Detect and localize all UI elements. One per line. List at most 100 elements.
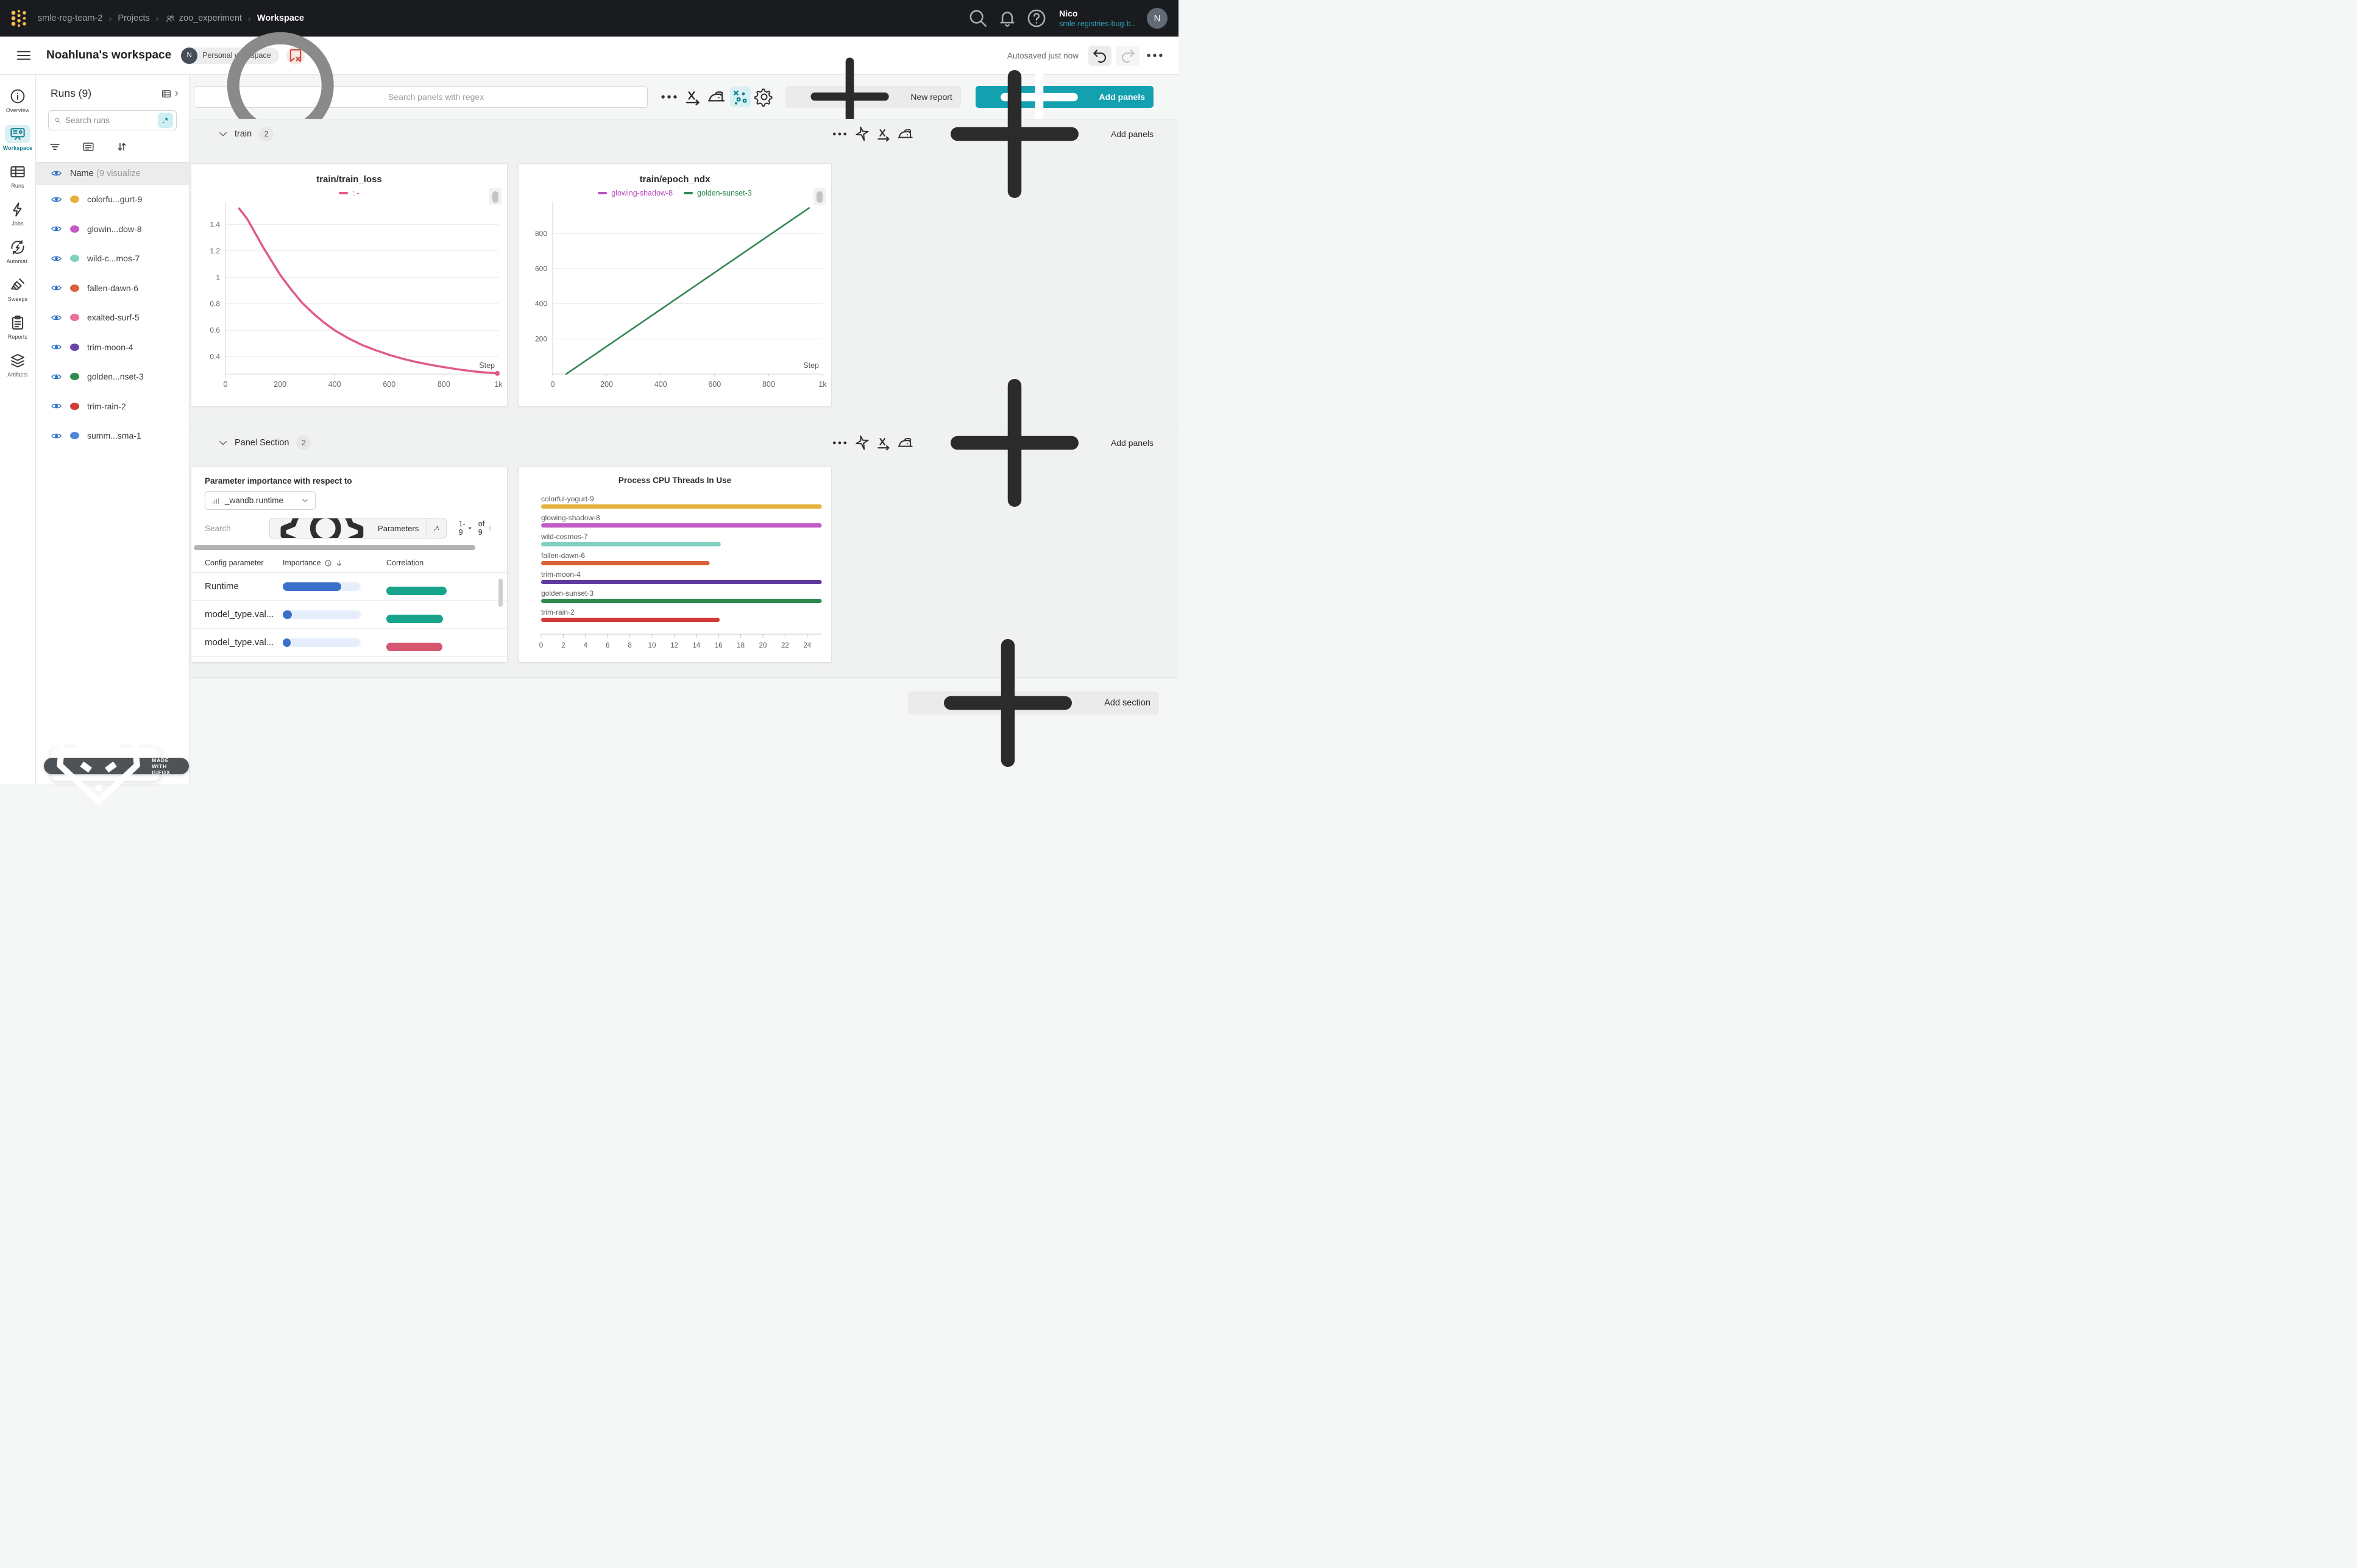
visibility-eye-icon[interactable] [51, 194, 62, 205]
train-loss-panel[interactable]: train/train_loss : - 0.40.60.811.21.4020… [191, 163, 508, 407]
section-title[interactable]: train [235, 129, 252, 139]
outliers-scatter-icon[interactable] [730, 87, 751, 107]
hamburger-menu-icon[interactable] [15, 46, 33, 65]
sidebar-item-sweeps[interactable]: Sweeps [1, 272, 35, 306]
metric-dropdown[interactable]: _wandb.runtime [205, 491, 316, 510]
run-row[interactable]: exalted-surf-5 [36, 303, 189, 333]
panel-drag-handle[interactable] [813, 188, 826, 205]
sparkle-icon[interactable] [852, 434, 871, 452]
run-name[interactable]: fallen-dawn-6 [87, 283, 138, 293]
run-row[interactable]: trim-rain-2 [36, 392, 189, 422]
run-row[interactable]: fallen-dawn-6 [36, 274, 189, 303]
legend-item[interactable]: : - [339, 189, 359, 197]
regex-toggle[interactable]: .* [158, 113, 173, 128]
visibility-eye-icon[interactable] [51, 312, 62, 323]
run-row[interactable]: trim-moon-4 [36, 333, 189, 362]
legend-item[interactable]: glowing-shadow-8 [598, 189, 673, 197]
user-team-link[interactable]: smle-registries-bug-b... [1059, 19, 1137, 29]
x-axis-settings-icon[interactable] [874, 434, 893, 452]
sidebar-item-overview[interactable]: Overview [1, 83, 35, 117]
parameters-button[interactable]: Parameters [270, 518, 428, 538]
visibility-eye-icon[interactable] [51, 168, 62, 179]
table-row[interactable]: model_type.val... [191, 629, 507, 657]
caret-down-icon[interactable] [468, 525, 472, 531]
run-name[interactable]: trim-rain-2 [87, 401, 126, 411]
breadcrumb-projects[interactable]: Projects [118, 13, 149, 23]
run-name[interactable]: trim-moon-4 [87, 342, 133, 352]
column-importance[interactable]: Importance [283, 559, 321, 567]
sort-icon[interactable] [115, 140, 129, 154]
magic-wand-button[interactable] [427, 518, 445, 538]
smoothing-iron-icon[interactable] [706, 87, 727, 107]
visibility-eye-icon[interactable] [51, 371, 62, 383]
cpu-threads-chart[interactable]: colorful-yogurt-9glowing-shadow-8wild-co… [519, 490, 832, 668]
run-row[interactable]: wild-c...mos-7 [36, 244, 189, 274]
notifications-bell-icon[interactable] [996, 7, 1019, 30]
panel-drag-handle[interactable] [489, 188, 502, 205]
chevron-down-icon[interactable] [218, 129, 229, 139]
add-section-button[interactable]: Add section [908, 691, 1159, 715]
x-axis-settings-icon[interactable] [874, 125, 893, 143]
vertical-scrollbar[interactable] [498, 579, 503, 607]
column-correlation[interactable]: Correlation [380, 559, 478, 567]
section-add-panels-button[interactable]: Add panels [923, 351, 1154, 534]
more-options-icon[interactable] [659, 87, 679, 107]
x-axis-settings-icon[interactable] [682, 87, 703, 107]
epoch-ndx-panel[interactable]: train/epoch_ndx glowing-shadow-8 golden-… [518, 163, 832, 407]
settings-gear-icon[interactable] [754, 87, 774, 107]
wandb-logo-icon[interactable] [9, 8, 29, 29]
run-name[interactable]: exalted-surf-5 [87, 313, 140, 322]
section-add-panels-button[interactable]: Add panels [923, 43, 1154, 225]
visibility-eye-icon[interactable] [51, 400, 62, 412]
sidebar-item-jobs[interactable]: Jobs [1, 197, 35, 230]
breadcrumb-team[interactable]: smle-reg-team-2 [38, 13, 102, 23]
column-config-parameter[interactable]: Config parameter [191, 559, 283, 567]
search-icon[interactable] [966, 7, 990, 30]
more-options-icon[interactable] [831, 434, 849, 452]
run-name[interactable]: golden...nset-3 [87, 372, 144, 381]
run-name[interactable]: colorfu...gurt-9 [87, 194, 142, 204]
filter-icon[interactable] [48, 140, 62, 154]
horizontal-scrollbar[interactable] [194, 545, 494, 550]
run-row[interactable]: colorfu...gurt-9 [36, 185, 189, 214]
importance-search-input[interactable]: Search [205, 524, 252, 533]
run-row[interactable]: glowin...dow-8 [36, 214, 189, 244]
sidebar-item-artifacts[interactable]: Artifacts [1, 348, 35, 381]
sidebar-item-runs[interactable]: Runs [1, 159, 35, 192]
visibility-eye-icon[interactable] [51, 223, 62, 235]
group-list-icon[interactable] [82, 140, 95, 154]
sparkle-icon[interactable] [852, 125, 871, 143]
visibility-eye-icon[interactable] [51, 253, 62, 264]
help-icon[interactable] [1025, 7, 1048, 30]
sidebar-item-reports[interactable]: Reports [1, 310, 35, 344]
sidebar-item-workspace[interactable]: Workspace [1, 121, 35, 155]
page-range[interactable]: 1-9 [459, 520, 466, 537]
info-icon[interactable] [324, 559, 332, 567]
train-loss-chart[interactable]: 0.40.60.811.21.402004006008001kStep [191, 200, 508, 401]
parameter-importance-panel[interactable]: Parameter importance with respect to _wa… [191, 467, 508, 663]
section-title[interactable]: Panel Section [235, 438, 289, 448]
search-panels-input[interactable] [388, 92, 641, 102]
visibility-eye-icon[interactable] [51, 341, 62, 353]
smoothing-iron-icon[interactable] [896, 125, 915, 143]
more-options-icon[interactable] [831, 125, 849, 143]
prev-page-icon[interactable] [486, 523, 494, 534]
table-row[interactable]: Runtime [191, 573, 507, 601]
legend-item[interactable]: golden-sunset-3 [684, 189, 752, 197]
user-block[interactable]: Nico smle-registries-bug-b... [1059, 9, 1137, 29]
avatar[interactable]: N [1147, 8, 1168, 29]
sort-desc-arrow-icon[interactable] [335, 559, 343, 567]
visibility-eye-icon[interactable] [51, 430, 62, 442]
chevron-down-icon[interactable] [218, 437, 229, 448]
search-runs-input[interactable] [65, 116, 154, 125]
cpu-threads-panel[interactable]: Process CPU Threads In Use colorful-yogu… [518, 467, 832, 663]
run-name[interactable]: wild-c...mos-7 [87, 253, 140, 263]
run-name[interactable]: glowin...dow-8 [87, 224, 142, 234]
run-row[interactable]: summ...sma-1 [36, 421, 189, 451]
runs-name-header[interactable]: Name (9 visualize [36, 162, 189, 185]
run-row[interactable]: golden...nset-3 [36, 362, 189, 392]
run-name[interactable]: summ...sma-1 [87, 431, 141, 440]
sidebar-item-automat[interactable]: Automat. [1, 235, 35, 268]
visibility-eye-icon[interactable] [51, 282, 62, 294]
expand-runs-table-button[interactable] [161, 88, 180, 99]
